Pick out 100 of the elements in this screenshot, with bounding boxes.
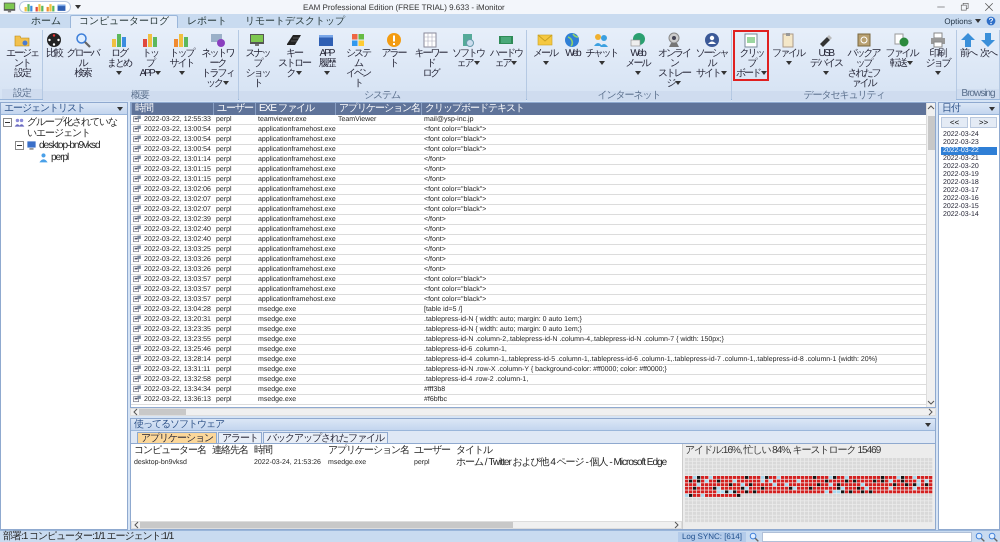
collapse-icon[interactable] — [15, 141, 24, 150]
ribbon-button[interactable]: 前へ — [958, 30, 978, 61]
ribbon-button[interactable]: トップ APP — [136, 30, 164, 81]
document-icon — [133, 135, 142, 144]
ribbon-button[interactable]: ハードウェア — [486, 30, 525, 71]
ribbon-button[interactable]: ネットワーク トラフィック — [198, 30, 237, 91]
safe-icon — [856, 32, 872, 48]
monitor-icon[interactable] — [3, 0, 16, 14]
globe-document-icon — [893, 32, 910, 48]
scroll-left-icon[interactable] — [131, 408, 139, 416]
close-icon[interactable] — [984, 2, 994, 12]
tree-item[interactable]: desktop-bn9vksd — [39, 140, 100, 151]
scrollbar-thumb[interactable] — [928, 116, 935, 150]
document-icon — [133, 345, 142, 354]
ribbon-tab[interactable]: ホーム — [22, 15, 70, 28]
caret-icon — [117, 106, 123, 110]
ribbon-button[interactable]: キーワード ログ — [411, 30, 450, 81]
tree-item[interactable]: perpl — [51, 152, 68, 163]
ribbon-button[interactable]: クリップ ボード — [733, 30, 770, 81]
panel-title: 使ってるソフトウェア — [134, 419, 224, 430]
window-icon — [318, 32, 334, 48]
search-icon[interactable] — [749, 532, 759, 542]
ribbon-button[interactable]: トップ サイト — [164, 30, 199, 81]
next-button[interactable]: >> — [970, 117, 997, 128]
document-icon — [133, 375, 142, 384]
status-text: 部署:1 コンピューター:1/1 エージェント:1/1 — [3, 531, 174, 542]
document-icon — [133, 295, 142, 304]
document-icon — [133, 305, 142, 314]
ribbon-button[interactable]: 比較 — [44, 30, 64, 61]
scroll-down-icon[interactable] — [927, 399, 935, 407]
ribbon-button[interactable]: ファイル転送 — [882, 30, 920, 71]
panel-tab[interactable]: アプリケーション — [137, 432, 217, 443]
column-header[interactable]: アプリケーション名 — [325, 444, 411, 456]
scroll-left-icon[interactable] — [132, 521, 140, 529]
options-menu[interactable]: Options — [942, 16, 983, 26]
ribbon-button[interactable]: ログ まとめ — [102, 30, 136, 81]
bar-chart-icon — [173, 32, 190, 48]
scroll-right-icon[interactable] — [927, 408, 935, 416]
scrollbar-thumb[interactable] — [140, 522, 514, 528]
document-icon — [133, 115, 142, 124]
ribbon-button[interactable]: バックアップ されたファイル — [844, 30, 882, 91]
group-icon — [14, 117, 25, 128]
document-icon — [133, 285, 142, 294]
scroll-right-icon[interactable] — [673, 521, 681, 529]
ribbon-button[interactable]: USB デバイス — [806, 30, 845, 81]
column-header[interactable]: ユーザー — [213, 103, 255, 115]
ribbon-button[interactable]: グローバル 検索 — [64, 30, 102, 81]
ribbon-button[interactable]: システム イベント — [340, 30, 376, 91]
keyboard-icon — [286, 32, 302, 48]
column-header[interactable]: アプリケーション名 — [335, 103, 421, 115]
restore-icon[interactable] — [960, 2, 970, 12]
ribbon-button[interactable]: 印刷 ジョブ — [920, 30, 955, 81]
previous-button[interactable]: << — [941, 117, 968, 128]
ribbon-button[interactable]: Web メール — [620, 30, 655, 81]
ribbon-tab[interactable]: コンピューターログ — [70, 15, 178, 28]
search-icon — [74, 32, 91, 48]
people-icon — [593, 32, 610, 48]
scrollbar[interactable] — [926, 103, 935, 407]
column-header[interactable]: コンピューター名 — [131, 444, 209, 456]
ribbon-button[interactable]: ソーシャル サイト — [692, 30, 730, 81]
zoom-out-icon[interactable] — [988, 532, 998, 542]
ribbon-button[interactable]: 次へ — [978, 30, 998, 61]
document-icon — [133, 185, 142, 194]
ribbon-button[interactable]: ファイル — [769, 30, 807, 71]
globe-envelope-icon — [630, 32, 646, 48]
ribbon-tab[interactable]: レポート — [178, 15, 236, 28]
window-title: EAM Professional Edition (FREE TRIAL) 9.633 - iMonitor — [303, 2, 506, 12]
ribbon-button[interactable]: チャット — [582, 30, 620, 71]
down-arrow-icon — [980, 32, 996, 48]
help-icon[interactable] — [986, 16, 996, 26]
column-header[interactable]: 時間 — [251, 444, 325, 456]
scrollbar[interactable] — [130, 408, 936, 416]
panel-tab[interactable]: バックアップされたファイル — [263, 432, 388, 443]
column-header[interactable]: 連絡先名 — [209, 444, 251, 456]
column-header[interactable]: ユーザー — [411, 444, 453, 456]
ribbon-button[interactable]: Web — [562, 30, 582, 61]
zoom-in-icon[interactable] — [975, 532, 985, 542]
ribbon-button[interactable]: メール — [528, 30, 562, 71]
collapse-icon[interactable] — [3, 118, 12, 127]
column-header[interactable]: EXE ファイル — [255, 103, 335, 115]
scrollbar-thumb[interactable] — [139, 409, 186, 415]
search-field[interactable] — [762, 532, 972, 542]
scroll-up-icon[interactable] — [927, 103, 935, 111]
ribbon-button[interactable]: エージェント 設定 — [3, 30, 41, 81]
bar-chart-icon — [110, 32, 127, 48]
ribbon-button[interactable]: ソフトウェア — [449, 30, 487, 71]
column-header[interactable]: タイトル — [453, 444, 682, 456]
ribbon-button[interactable]: APP 履歴 — [313, 30, 340, 81]
up-arrow-icon — [960, 32, 976, 48]
ribbon-group-label: システム — [238, 91, 526, 101]
ribbon-button[interactable]: アラート — [376, 30, 412, 71]
window-icon[interactable] — [57, 2, 66, 12]
activity-summary: アイドル:16%, 忙しい 84%, キーストローク 15469 — [685, 445, 882, 456]
ribbon-group-label: インターネット — [526, 91, 732, 101]
ribbon-button[interactable]: オンライン ストレージ — [654, 30, 693, 91]
scrollbar[interactable] — [131, 521, 682, 529]
ribbon-button[interactable]: スナップ ショット — [240, 30, 276, 91]
ribbon-tab[interactable]: リモートデスクトップ — [236, 15, 354, 28]
panel-tab[interactable]: アラート — [218, 432, 262, 443]
ribbon-button[interactable]: キー ストローク — [275, 30, 314, 81]
